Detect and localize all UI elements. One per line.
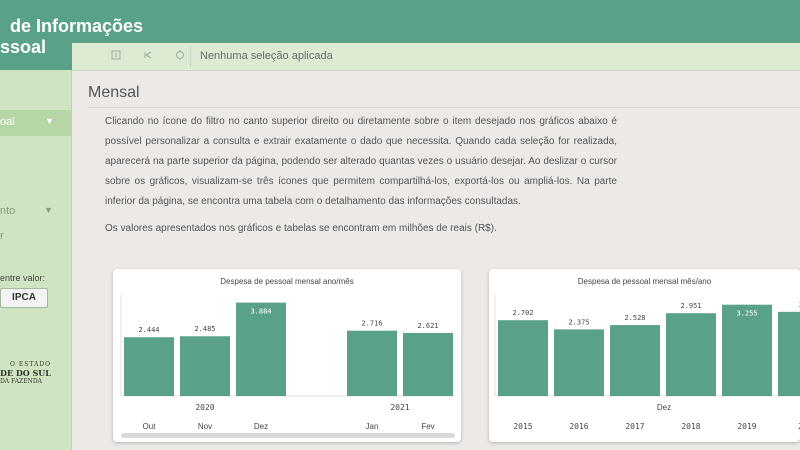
bar[interactable]: [554, 329, 604, 396]
group-label: 2020: [195, 403, 214, 412]
sidebar-item-2[interactable]: nto: [0, 205, 15, 217]
category-tick-label: Fev: [421, 422, 434, 431]
selection-toolbar: Nenhuma seleção aplicada: [72, 43, 800, 71]
sidebar: oal ▼ nto ▼ r entre valor: IPCA O ESTADO…: [0, 70, 72, 450]
sidebar-item-pessoal[interactable]: oal ▼: [0, 110, 72, 136]
chevron-down-icon: ▼: [45, 116, 54, 126]
sidebar-item-label: oal: [0, 116, 15, 128]
chart-monthly-month-year[interactable]: Despesa de pessoal mensal mês/ano 2.702 2…: [489, 269, 800, 442]
category-tick-label: Out: [143, 422, 157, 431]
category-tick-label: 2017: [625, 422, 644, 431]
bar-value-label: 3.255: [736, 310, 757, 318]
bar-value-label: 2.375: [568, 318, 589, 326]
bar-value-label: 2.951: [680, 302, 701, 310]
bar[interactable]: [498, 320, 548, 396]
bar[interactable]: [347, 330, 397, 396]
clear-selections-icon[interactable]: [172, 49, 188, 65]
smart-search-icon[interactable]: [108, 49, 124, 65]
section-divider: [88, 107, 800, 108]
sidebar-item-3[interactable]: r: [0, 230, 4, 242]
bar-value-label: 2.528: [624, 314, 645, 322]
bar-value-label: 3.884: [250, 308, 271, 316]
bar-value-label: 2.621: [417, 322, 438, 330]
category-tick-label: 2015: [513, 422, 532, 431]
category-tick-label: 2018: [681, 422, 700, 431]
bar-value-label: 2.702: [512, 309, 533, 317]
values-note: Os valores apresentados nos gráficos e t…: [105, 223, 497, 234]
group-label: 2021: [390, 403, 409, 412]
chart-monthly-year-month[interactable]: Despesa de pessoal mensal ano/mês 2.444 O…: [113, 269, 461, 442]
bar-value-label: 2.444: [138, 326, 159, 334]
category-tick-label: Dez: [254, 422, 268, 431]
bar-value-label: 2.485: [194, 325, 215, 333]
bar[interactable]: [722, 304, 772, 396]
chart-plot: 2.444 Out 2.485 Nov 3.884 Dez 2.716 Jan 2.621 Fev…: [120, 295, 455, 431]
selection-status-text: Nenhuma seleção aplicada: [200, 50, 333, 62]
bar[interactable]: [236, 302, 286, 396]
value-selector-label: entre valor:: [0, 273, 46, 283]
bar[interactable]: [610, 325, 660, 396]
bar[interactable]: [124, 337, 174, 396]
step-back-icon[interactable]: [140, 49, 156, 65]
category-tick-label: 2016: [569, 422, 588, 431]
main-panel: Mensal Clicando no ícone do filtro no ca…: [72, 71, 800, 450]
chart-plot: 2.702 2015 2.375 2016 2.528 2017 2.951 2018 3.25…: [494, 295, 800, 431]
bar[interactable]: [180, 336, 230, 396]
app-title-line1: de Informações: [10, 16, 144, 36]
category-tick-label: 2019: [737, 422, 756, 431]
chevron-down-icon: ▼: [44, 205, 53, 215]
instructions-paragraph: Clicando no ícone do filtro no canto sup…: [105, 116, 617, 207]
bar[interactable]: [666, 313, 716, 396]
ipca-button[interactable]: IPCA: [0, 288, 48, 308]
toolbar-divider: [190, 47, 191, 67]
section-title: Mensal: [88, 84, 140, 101]
bar[interactable]: [778, 311, 800, 396]
group-label: Dez: [657, 403, 671, 412]
category-tick-label: Nov: [198, 422, 212, 431]
bar-value-label: 2.716: [361, 320, 382, 328]
state-logo: O ESTADO DE DO SUL DA FAZENDA: [0, 361, 52, 385]
category-tick-label: Jan: [366, 422, 379, 431]
bar[interactable]: [403, 332, 453, 396]
chart-scrollbar[interactable]: [121, 433, 455, 438]
